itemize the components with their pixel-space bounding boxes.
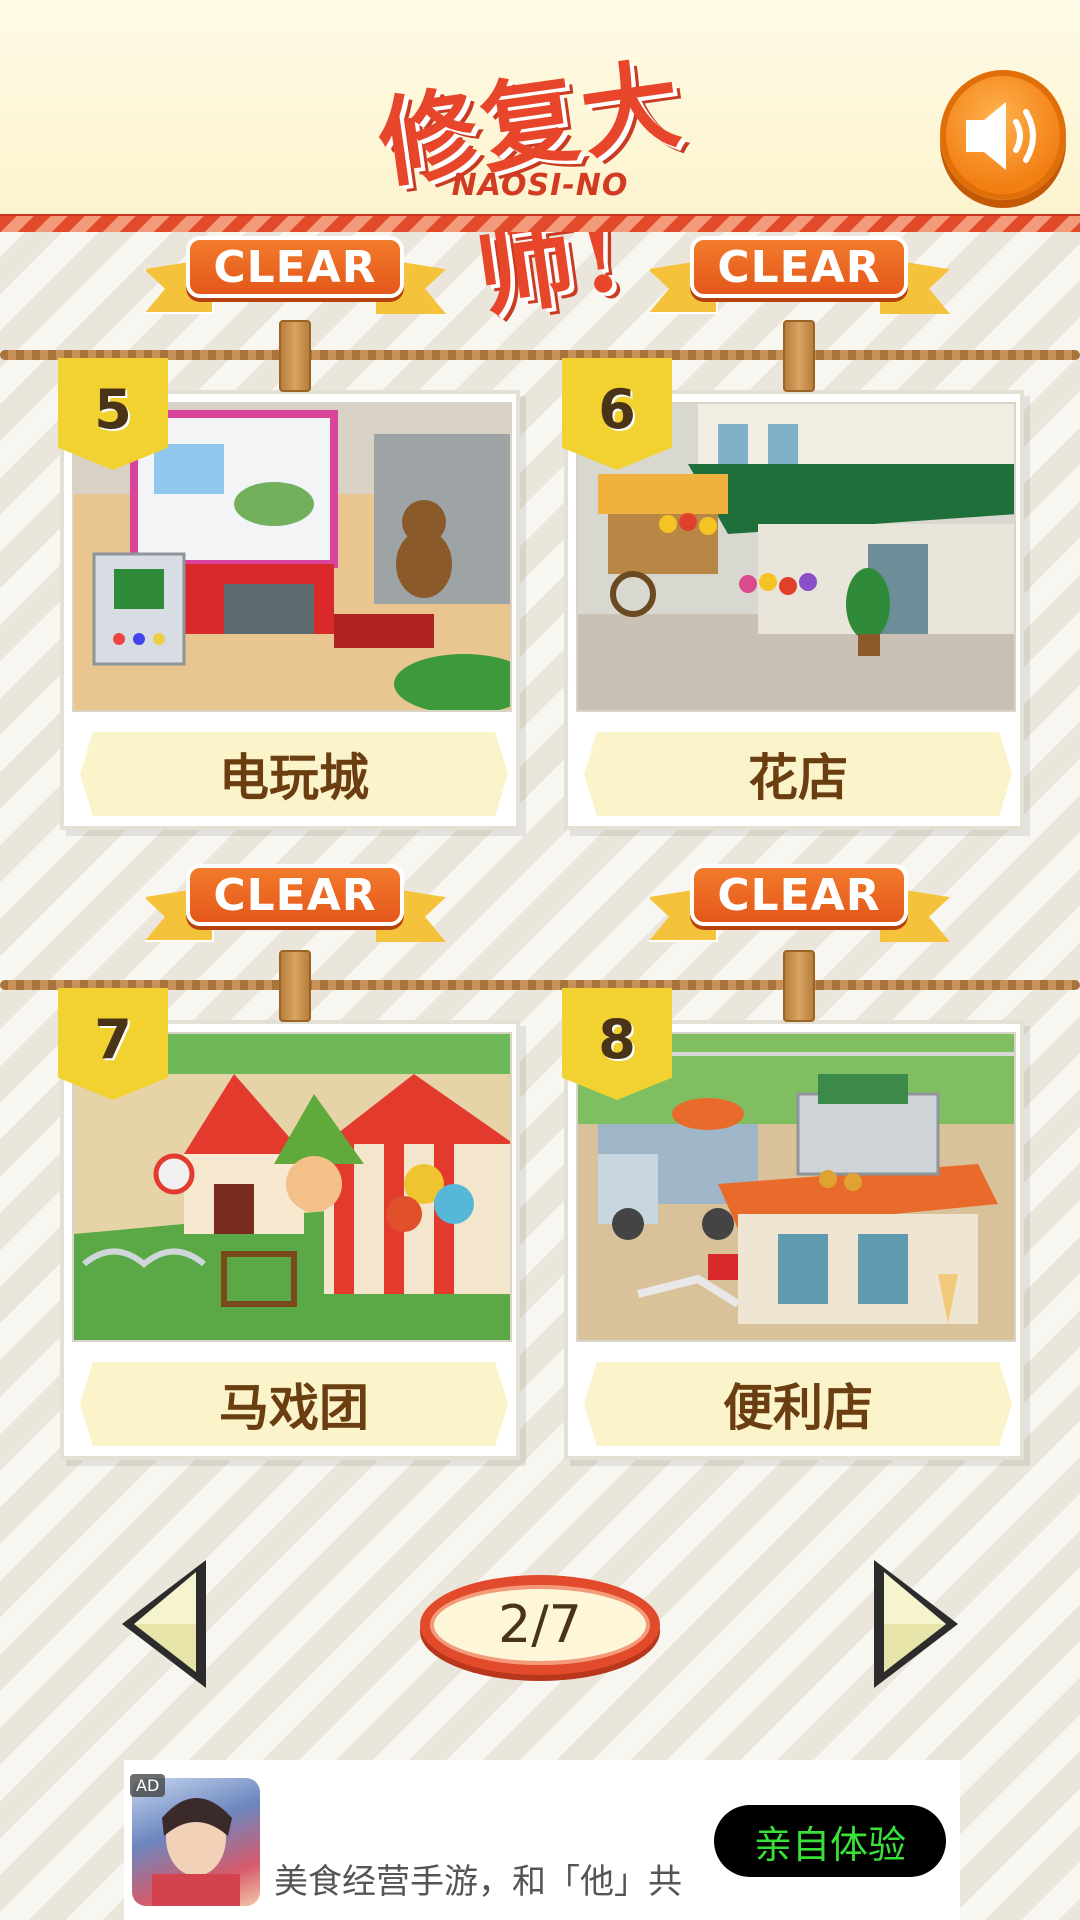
logo-subtitle: NAOSI-NO	[451, 168, 629, 203]
level-name: 马戏团	[80, 1362, 508, 1446]
clear-label: CLEAR	[690, 864, 908, 926]
game-logo: 修复大师! NAOSI-NO	[300, 44, 770, 332]
app-header: 修复大师! NAOSI-NO	[0, 0, 1080, 332]
ad-text: 美食经营手游，和「他」共	[274, 1862, 682, 1902]
clothespin	[279, 320, 311, 392]
level-card-8[interactable]: 便利店 8	[562, 988, 1024, 1460]
clothespin	[279, 950, 311, 1022]
speaker-icon	[966, 102, 1036, 170]
clear-badge-level-8: CLEAR	[644, 856, 954, 952]
triangle-right-icon	[874, 1560, 958, 1688]
level-number-flag: 5	[58, 358, 168, 470]
triangle-left-icon	[122, 1560, 206, 1688]
level-number-flag: 8	[562, 988, 672, 1100]
clear-label: CLEAR	[186, 864, 404, 926]
level-card-6[interactable]: 花店 6	[562, 358, 1024, 830]
level-card-7[interactable]: 马戏团 7	[58, 988, 520, 1460]
level-name: 花店	[584, 732, 1012, 816]
clear-badge-level-6: CLEAR	[644, 228, 954, 324]
clear-label: CLEAR	[690, 236, 908, 298]
ad-thumbnail	[132, 1778, 260, 1906]
page-indicator: 2/7	[420, 1575, 660, 1675]
level-number-flag: 6	[562, 358, 672, 470]
ad-banner[interactable]: AD 美食经营手游，和「他」共 亲自体验	[124, 1760, 960, 1920]
clear-label: CLEAR	[186, 236, 404, 298]
clothespin	[783, 320, 815, 392]
level-name: 电玩城	[80, 732, 508, 816]
clothespin	[783, 950, 815, 1022]
clear-badge-level-5: CLEAR	[140, 228, 450, 324]
ad-cta-button[interactable]: 亲自体验	[714, 1805, 946, 1877]
ad-tag: AD	[130, 1774, 166, 1797]
sound-toggle-button[interactable]	[940, 70, 1066, 200]
level-number-flag: 7	[58, 988, 168, 1100]
prev-page-button[interactable]	[116, 1554, 212, 1694]
level-card-5[interactable]: 电玩城 5	[58, 358, 520, 830]
clear-badge-level-7: CLEAR	[140, 856, 450, 952]
level-name: 便利店	[584, 1362, 1012, 1446]
next-page-button[interactable]	[868, 1554, 964, 1694]
